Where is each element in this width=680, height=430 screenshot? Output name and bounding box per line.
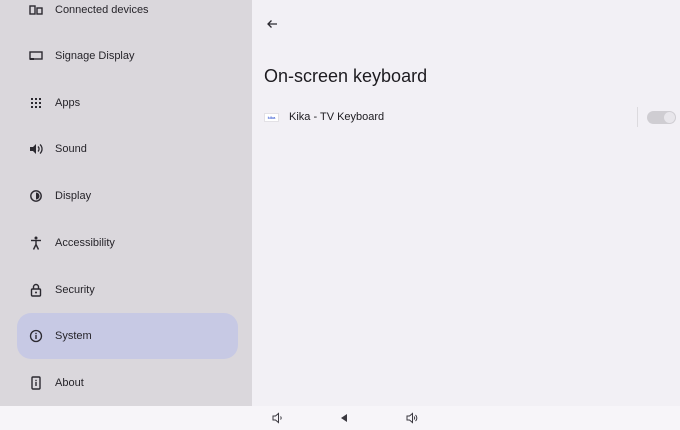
toggle-knob: [664, 112, 675, 123]
kika-logo: kika: [264, 113, 279, 122]
settings-detail-panel: On-screen keyboard kika Kika - TV Keyboa…: [252, 0, 680, 406]
accessibility-icon: [29, 236, 43, 250]
back-triangle-icon: [341, 414, 347, 422]
volume-down-button[interactable]: [271, 411, 285, 425]
volume-up-icon: [406, 412, 418, 424]
sidebar-item-label: Signage Display: [55, 50, 135, 62]
divider: [637, 107, 638, 127]
sidebar-item-label: Sound: [55, 143, 87, 155]
sidebar-item-label: Accessibility: [55, 237, 115, 249]
sidebar-item-label: Security: [55, 284, 95, 296]
volume-up-button[interactable]: [405, 411, 419, 425]
info-icon: [29, 329, 43, 343]
sidebar-item-accessibility[interactable]: Accessibility: [17, 220, 238, 266]
display-icon: [29, 49, 43, 63]
sidebar-item-label: System: [55, 330, 92, 342]
brightness-icon: [29, 189, 43, 203]
keyboard-enable-toggle[interactable]: [647, 111, 676, 124]
settings-sidebar: Connected devices Signage Display Apps S…: [0, 0, 252, 406]
volume-down-icon: [272, 412, 282, 424]
sidebar-item-sound[interactable]: Sound: [17, 126, 238, 172]
apps-grid-icon: [29, 96, 43, 110]
kika-logo-text: kika: [267, 114, 276, 120]
volume-icon: [29, 142, 43, 156]
sidebar-item-label: Display: [55, 190, 92, 202]
sidebar-item-security[interactable]: Security: [17, 267, 238, 313]
sidebar-item-connected-devices[interactable]: Connected devices: [17, 0, 238, 33]
sidebar-item-display[interactable]: Display: [17, 173, 238, 219]
lock-icon: [29, 283, 43, 297]
system-navigation-bar: [0, 406, 680, 430]
keyboard-name: Kika - TV Keyboard: [289, 111, 385, 123]
devices-icon: [29, 3, 43, 17]
sidebar-item-label: About: [55, 377, 84, 389]
keyboard-list-item[interactable]: kika Kika - TV Keyboard: [262, 104, 680, 130]
phone-info-icon: [29, 376, 43, 390]
sidebar-item-signage-display[interactable]: Signage Display: [17, 33, 238, 79]
page-title: On-screen keyboard: [264, 66, 428, 86]
sidebar-item-apps[interactable]: Apps: [17, 80, 238, 126]
sidebar-item-label: Connected devices: [55, 4, 149, 16]
navigation-back-button[interactable]: [337, 411, 351, 425]
back-button[interactable]: [262, 14, 282, 34]
sidebar-item-system[interactable]: System: [17, 313, 238, 359]
arrow-back-icon: [267, 20, 277, 28]
sidebar-item-label: Apps: [55, 97, 81, 109]
sidebar-item-about[interactable]: About: [17, 360, 238, 406]
